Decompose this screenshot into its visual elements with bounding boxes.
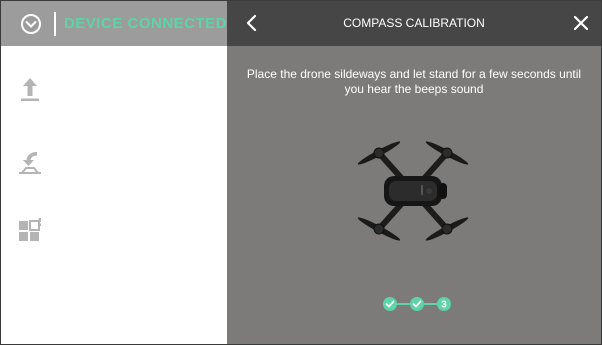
step-3-current: 3 xyxy=(437,297,451,311)
step-2-complete xyxy=(410,297,424,311)
takeoff-icon xyxy=(21,78,39,101)
close-button[interactable] xyxy=(571,13,591,33)
sidebar: DEVICE CONNECTED xyxy=(1,1,227,344)
current-step-label: 3 xyxy=(441,300,447,311)
takeoff-button[interactable] xyxy=(15,75,45,105)
dialog-header: COMPASS CALIBRATION xyxy=(227,1,601,46)
drone-illustration xyxy=(357,141,469,241)
close-icon xyxy=(573,15,589,31)
calibration-step-progress: 3 xyxy=(383,297,451,311)
return-home-button[interactable] xyxy=(15,147,45,177)
widgets-icon xyxy=(19,218,41,241)
dialog-title: COMPASS CALIBRATION xyxy=(343,16,485,30)
return-home-icon xyxy=(19,152,41,174)
header-divider xyxy=(54,11,56,36)
back-button[interactable] xyxy=(241,12,261,34)
menu-toggle-button[interactable] xyxy=(15,8,46,40)
sidebar-header: DEVICE CONNECTED xyxy=(1,1,227,46)
chevron-left-icon xyxy=(246,14,257,32)
widgets-button[interactable] xyxy=(15,215,45,245)
calibration-instruction: Place the drone sildeways and let stand … xyxy=(246,67,582,96)
app-window: DEVICE CONNECTED COMPASS CALIBRATION Pla… xyxy=(0,0,602,345)
step-1-complete xyxy=(383,297,397,311)
calibration-panel: COMPASS CALIBRATION Place the drone sild… xyxy=(227,1,601,344)
device-status: DEVICE CONNECTED xyxy=(63,15,227,32)
chevron-circle-icon xyxy=(20,13,41,34)
